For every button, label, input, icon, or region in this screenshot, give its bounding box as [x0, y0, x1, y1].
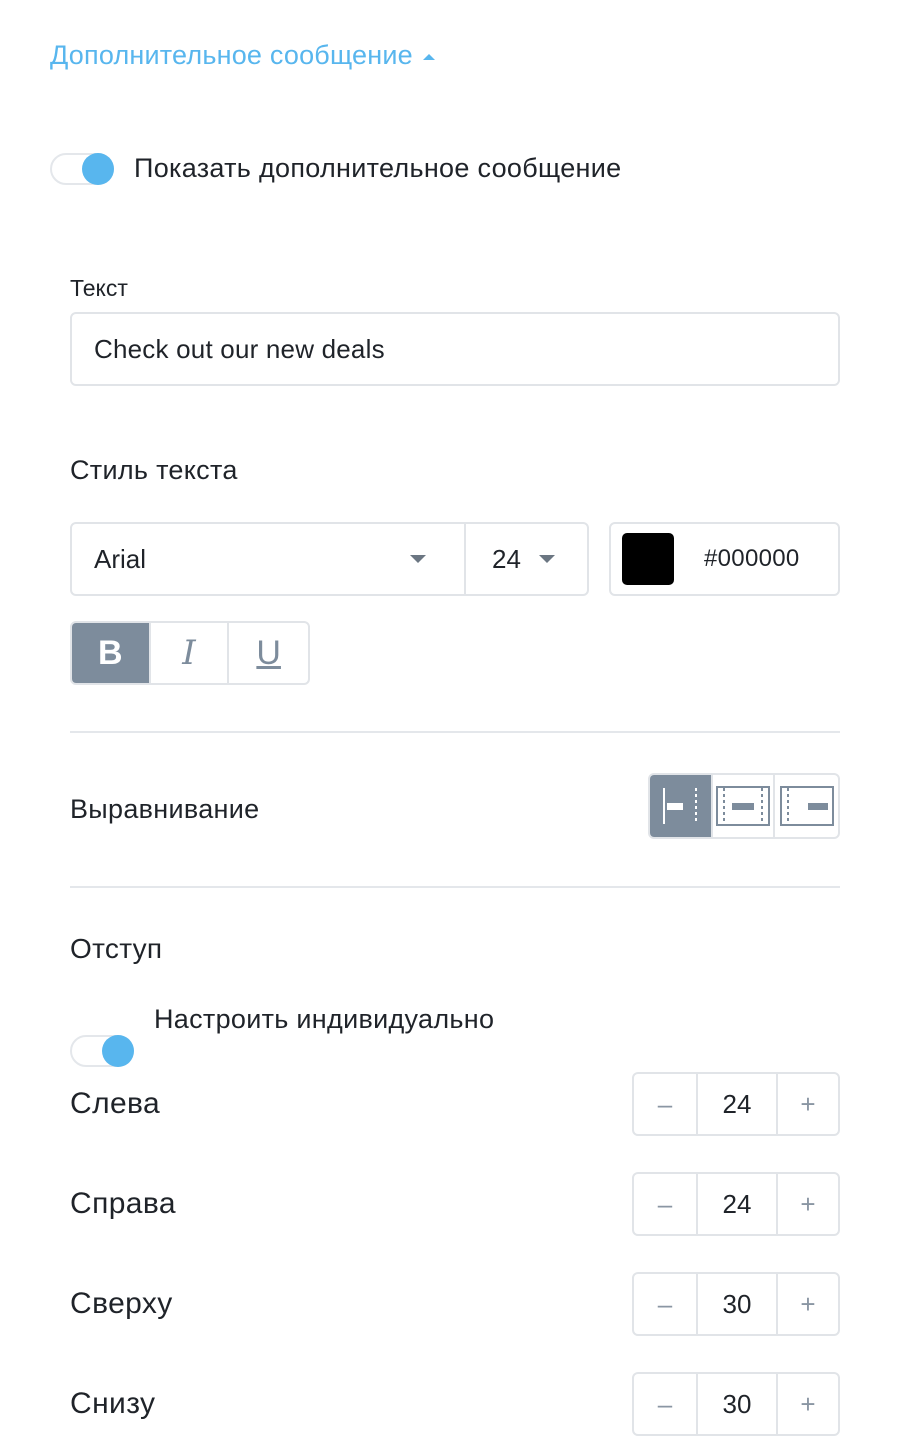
- section-header-toggle[interactable]: Дополнительное сообщение: [50, 40, 435, 71]
- stepper-value: [698, 1174, 776, 1234]
- toggle-knob: [82, 153, 114, 185]
- padding-right-label: Справа: [70, 1187, 176, 1220]
- padding-bottom-stepper: – +: [632, 1372, 840, 1436]
- caret-up-icon: [422, 53, 435, 60]
- padding-right-input[interactable]: [698, 1188, 776, 1220]
- align-right-button[interactable]: [775, 775, 838, 837]
- font-family-select[interactable]: Arial: [72, 524, 466, 594]
- increment-button[interactable]: +: [776, 1374, 838, 1434]
- color-picker[interactable]: #000000: [609, 522, 840, 596]
- chevron-down-icon: [539, 555, 555, 563]
- stepper-value: [698, 1274, 776, 1334]
- decrement-button[interactable]: –: [634, 1174, 698, 1234]
- decrement-button[interactable]: –: [634, 1374, 698, 1434]
- underline-button[interactable]: U: [229, 623, 308, 683]
- color-hex-value: #000000: [704, 545, 800, 572]
- padding-top-label: Сверху: [70, 1287, 173, 1320]
- padding-left-stepper: – +: [632, 1072, 840, 1136]
- padding-label: Отступ: [70, 933, 163, 964]
- padding-left-input[interactable]: [698, 1088, 776, 1120]
- stepper-value: [698, 1374, 776, 1434]
- padding-top-input[interactable]: [698, 1288, 776, 1320]
- font-size-value: 24: [492, 543, 521, 574]
- message-text-input[interactable]: [72, 314, 838, 384]
- stepper-value: [698, 1074, 776, 1134]
- padding-bottom-input[interactable]: [698, 1388, 776, 1420]
- padding-right-stepper: – +: [632, 1172, 840, 1236]
- alignment-label: Выравнивание: [70, 794, 260, 824]
- bold-button[interactable]: B: [72, 623, 151, 683]
- underline-icon: U: [256, 633, 281, 672]
- individual-padding-toggle[interactable]: [70, 1035, 134, 1067]
- font-select-group: Arial 24: [70, 522, 589, 596]
- show-message-toggle[interactable]: [50, 153, 114, 185]
- font-size-select[interactable]: 24: [466, 524, 587, 594]
- left-align-icon: [663, 788, 698, 824]
- decrement-button[interactable]: –: [634, 1074, 698, 1134]
- section-title: Дополнительное сообщение: [50, 40, 413, 70]
- individual-padding-label: Настроить индивидуально: [154, 1004, 495, 1034]
- increment-button[interactable]: +: [776, 1274, 838, 1334]
- text-field-label: Текст: [70, 275, 128, 301]
- align-center-button[interactable]: [713, 775, 776, 837]
- text-field-container: [70, 312, 840, 386]
- padding-top-stepper: – +: [632, 1272, 840, 1336]
- decrement-button[interactable]: –: [634, 1274, 698, 1334]
- divider: [70, 886, 840, 888]
- color-swatch[interactable]: [622, 533, 674, 585]
- padding-bottom-label: Снизу: [70, 1387, 156, 1420]
- increment-button[interactable]: +: [776, 1074, 838, 1134]
- align-left-button[interactable]: [650, 775, 713, 837]
- font-family-value: Arial: [94, 543, 147, 574]
- center-align-icon: [716, 786, 771, 826]
- padding-left-label: Слева: [70, 1087, 161, 1120]
- show-message-label: Показать дополнительное сообщение: [134, 153, 622, 183]
- italic-button[interactable]: I: [151, 623, 230, 683]
- chevron-down-icon: [410, 555, 426, 563]
- alignment-buttons: [648, 773, 840, 839]
- text-style-label: Стиль текста: [70, 455, 238, 485]
- divider: [70, 731, 840, 733]
- right-align-icon: [779, 786, 834, 826]
- text-style-buttons: B I U: [70, 621, 310, 685]
- increment-button[interactable]: +: [776, 1174, 838, 1234]
- italic-icon: I: [182, 633, 196, 673]
- bold-icon: B: [98, 633, 123, 672]
- toggle-knob: [102, 1035, 134, 1067]
